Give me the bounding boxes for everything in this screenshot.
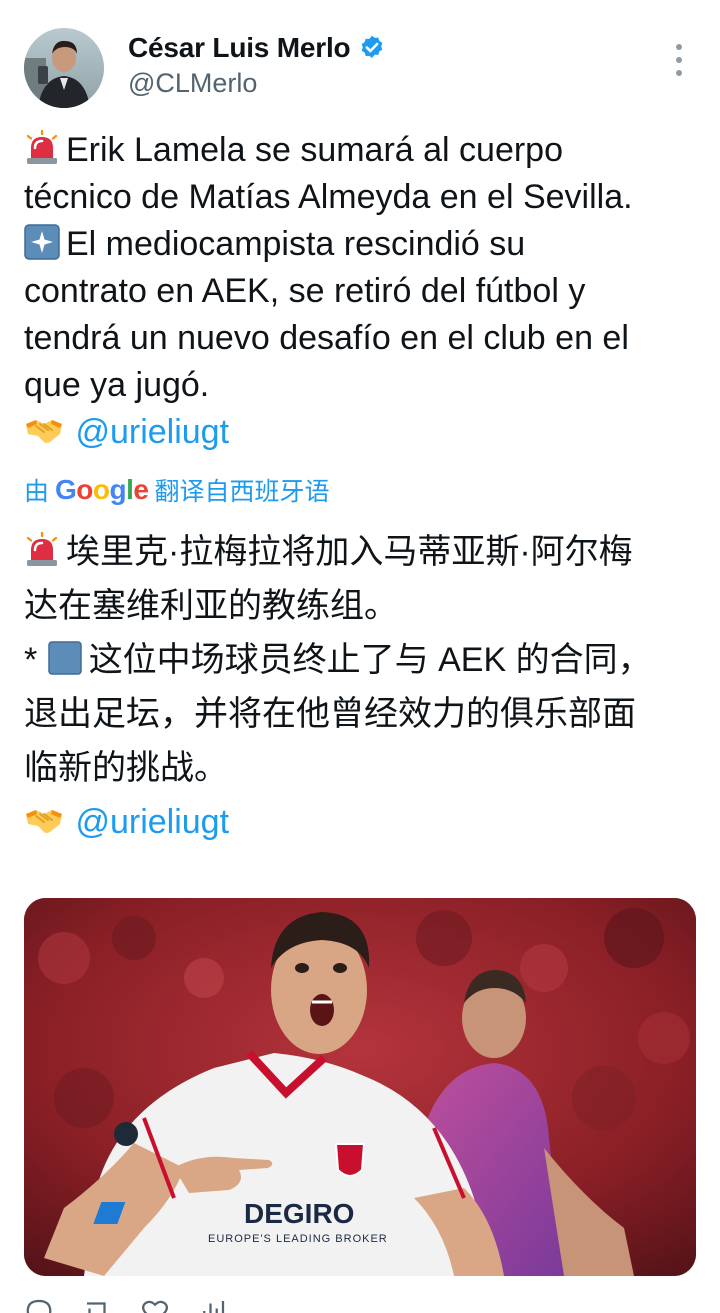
translated-line-text: 这位中场球员终止了与 AEK 的合同， — [88, 641, 652, 679]
translated-line: 临新的挑战。 — [24, 749, 228, 787]
more-dot — [676, 44, 682, 50]
more-vertical-icon[interactable] — [664, 44, 694, 76]
handshake-icon — [24, 412, 62, 448]
sponsor-tagline: EUROPE'S LEADING BROKER — [208, 1233, 388, 1245]
rotating-light-icon — [24, 128, 60, 166]
blue-square-icon — [47, 638, 83, 675]
views-icon[interactable] — [198, 1296, 228, 1313]
reply-icon[interactable] — [24, 1296, 54, 1313]
mention-link[interactable]: @urieliugt — [75, 803, 229, 841]
tweet-line: El mediocampista rescindió su — [24, 221, 696, 268]
translated-line: 达在塞维利亚的教练组。 — [24, 587, 398, 625]
retweet-icon[interactable] — [82, 1296, 112, 1313]
translated-line: 埃里克·拉梅拉将加入马蒂亚斯·阿尔梅 — [24, 525, 696, 579]
google-letter: e — [133, 474, 149, 505]
display-name[interactable]: César Luis Merlo — [128, 32, 351, 64]
verified-badge-icon — [358, 34, 386, 62]
translate-prefix: 由 — [24, 478, 50, 506]
tweet-photo[interactable]: DEGIRO EUROPE'S LEADING BROKER — [24, 898, 696, 1276]
more-dot — [676, 70, 682, 76]
translated-star: * — [24, 641, 47, 679]
translated-line-text: 埃里克·拉梅拉将加入马蒂亚斯·阿尔梅 — [66, 533, 633, 571]
author-name-row[interactable]: César Luis Merlo — [128, 30, 386, 66]
tweet-line: Erik Lamela se sumará al cuerpo — [24, 127, 696, 174]
football-player-photo: DEGIRO EUROPE'S LEADING BROKER — [24, 898, 696, 1276]
tweet-line-text: Erik Lamela se sumará al cuerpo — [66, 131, 564, 169]
google-letter: o — [92, 474, 110, 505]
mention-link[interactable]: @urieliugt — [75, 413, 229, 451]
sparkles-button-icon — [24, 224, 60, 260]
action-bar — [24, 1296, 696, 1313]
translated-line: @urieliugt — [24, 795, 696, 849]
tweet-line-text: El mediocampista rescindió su — [66, 225, 526, 263]
tweet-line: que ya jugó. — [24, 366, 210, 404]
more-dot — [676, 57, 682, 63]
google-letter: o — [76, 474, 93, 505]
tweet-line: tendrá un nuevo desafío en el club en el — [24, 319, 629, 357]
sponsor-logo: DEGIRO — [244, 1198, 354, 1229]
google-letter: G — [55, 474, 77, 505]
author-handle[interactable]: @CLMerlo — [128, 68, 257, 99]
avatar-photo — [24, 28, 104, 108]
avatar[interactable] — [24, 28, 104, 108]
google-letter: g — [109, 474, 127, 505]
google-logo: Google — [55, 474, 149, 506]
like-icon[interactable] — [140, 1296, 170, 1313]
tweet-line: contrato en AEK, se retiró del fútbol y — [24, 272, 586, 310]
tweet-text: Erik Lamela se sumará al cuerpo técnico … — [24, 127, 696, 456]
translated-by-google[interactable]: 由 Google 翻译自西班牙语 — [24, 470, 330, 510]
translated-line: * 这位中场球员终止了与 AEK 的合同， — [24, 633, 696, 687]
translated-text: 埃里克·拉梅拉将加入马蒂亚斯·阿尔梅 达在塞维利亚的教练组。 * 这位中场球员终… — [24, 525, 696, 849]
rotating-light-icon — [24, 530, 60, 566]
tweet-line: técnico de Matías Almeyda en el Sevilla. — [24, 178, 633, 216]
handshake-icon — [24, 800, 62, 836]
translated-line: 退出足坛，并将在他曾经效力的俱乐部面 — [24, 695, 636, 733]
tweet-line: @urieliugt — [24, 409, 696, 456]
translate-suffix: 翻译自西班牙语 — [154, 478, 330, 506]
